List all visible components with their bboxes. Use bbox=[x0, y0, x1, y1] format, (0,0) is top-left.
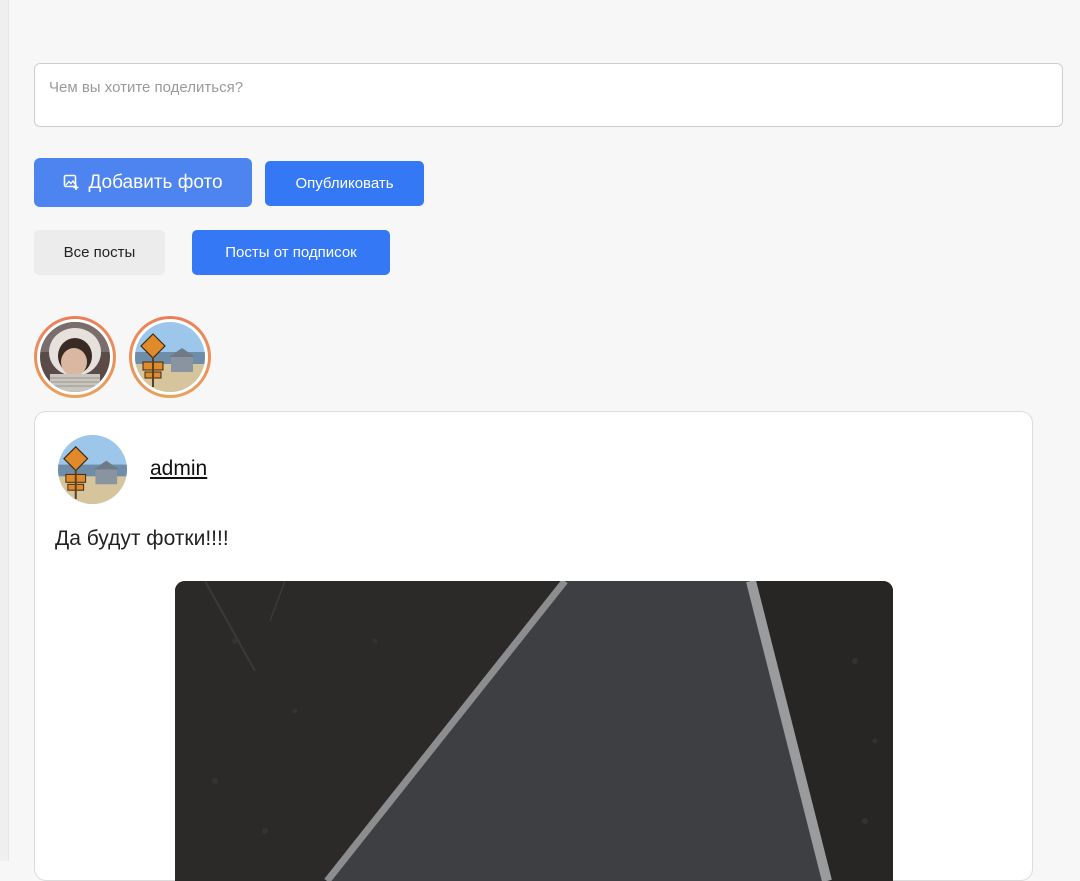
left-divider bbox=[0, 0, 9, 861]
tab-subscriptions-posts[interactable]: Посты от подписок bbox=[192, 230, 390, 275]
post-text: Да будут фотки!!!! bbox=[55, 527, 229, 550]
post-text-input[interactable] bbox=[35, 64, 1062, 126]
add-photo-button[interactable]: Добавить фото bbox=[34, 158, 252, 207]
story-avatar[interactable] bbox=[129, 316, 211, 398]
post-composer[interactable] bbox=[34, 63, 1063, 127]
add-image-icon bbox=[63, 174, 80, 191]
story-user-photo bbox=[135, 322, 205, 392]
add-photo-label: Добавить фото bbox=[88, 171, 223, 193]
subscriptions-posts-label: Посты от подписок bbox=[225, 244, 357, 261]
tab-all-posts[interactable]: Все посты bbox=[34, 230, 165, 275]
story-avatar[interactable] bbox=[34, 316, 116, 398]
all-posts-label: Все посты bbox=[63, 244, 136, 261]
story-user-photo bbox=[40, 322, 110, 392]
publish-button[interactable]: Опубликовать bbox=[265, 161, 424, 206]
post-author-link[interactable]: admin bbox=[150, 457, 207, 481]
post-photo[interactable] bbox=[175, 581, 893, 881]
post-card: admin Да будут фотки!!!! bbox=[34, 411, 1033, 881]
post-author-avatar[interactable] bbox=[58, 435, 127, 504]
publish-label: Опубликовать bbox=[295, 175, 394, 192]
